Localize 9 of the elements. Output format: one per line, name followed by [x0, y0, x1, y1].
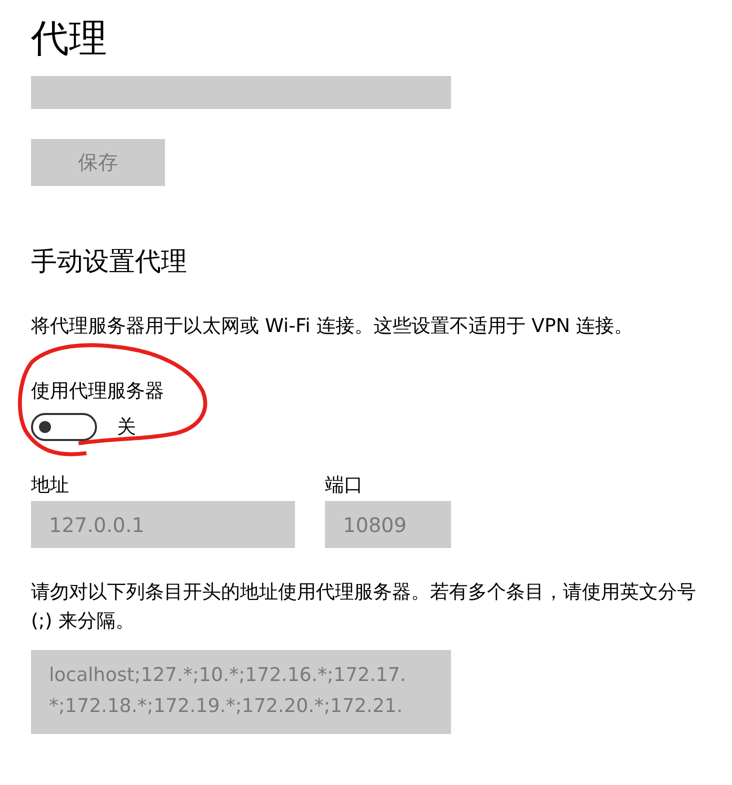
toggle-label: 使用代理服务器	[31, 379, 165, 404]
exceptions-text: 请勿对以下列条目开头的地址使用代理服务器。若有多个条目，请使用英文分号 (;) 来分隔。	[31, 580, 697, 634]
page-title: 代理	[31, 15, 108, 62]
toggle-switch[interactable]	[31, 413, 97, 441]
field-label: 地址	[31, 473, 70, 498]
field-label: 端口	[325, 473, 364, 498]
section-title: 手动设置代理	[31, 246, 188, 279]
toggle-state-text: 关	[117, 415, 136, 440]
description-text: 将代理服务器用于以太网或 Wi-Fi 连接。这些设置不适用于 VPN 连接。	[31, 314, 634, 339]
